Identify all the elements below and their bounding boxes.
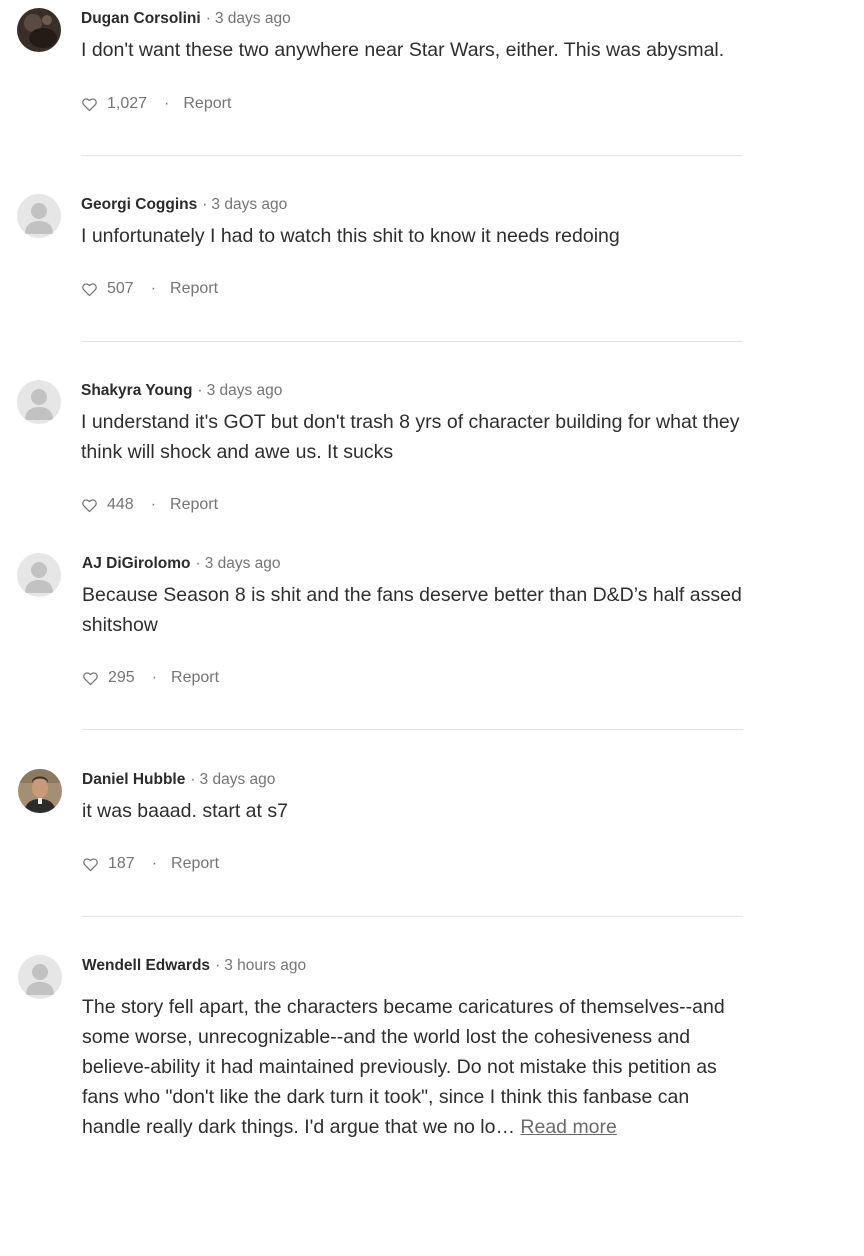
comment-meta: AJ DiGirolomo · 3 days ago <box>82 553 281 575</box>
comment-text: I understand it's GOT but don't trash 8 … <box>81 411 740 463</box>
separator-dot: · <box>164 95 170 112</box>
avatar-photo-icon <box>17 8 61 52</box>
comment-divider <box>82 916 743 917</box>
comment-meta: Wendell Edwards · 3 hours ago <box>82 955 306 977</box>
comment-meta: Daniel Hubble · 3 days ago <box>82 769 275 791</box>
comments-list: Dugan Corsolini · 3 days ago I don't want … <box>0 0 864 1256</box>
like-count: 1,027 <box>107 95 148 112</box>
author-name[interactable]: Daniel Hubble <box>82 771 185 788</box>
report-button[interactable]: Report <box>183 94 231 114</box>
author-name[interactable]: Shakyra Young <box>81 382 192 399</box>
comment-divider <box>82 729 743 730</box>
comment-text-body: The story fell apart, the characters bec… <box>82 996 725 1138</box>
comment-actions: 1,027 · Report <box>81 94 231 114</box>
heart-icon[interactable] <box>82 670 99 687</box>
comment-meta: Dugan Corsolini · 3 days ago <box>81 8 291 30</box>
like-count: 187 <box>108 855 135 872</box>
comment-text: The story fell apart, the characters bec… <box>82 992 742 1142</box>
timestamp[interactable]: 3 days ago <box>215 10 291 27</box>
author-name[interactable]: Wendell Edwards <box>82 957 210 974</box>
separator-dot: · <box>151 855 158 872</box>
separator-dot: · <box>150 280 157 297</box>
heart-icon[interactable] <box>81 281 98 298</box>
default-avatar-icon <box>17 380 61 424</box>
default-avatar-icon <box>17 194 61 238</box>
comment-divider <box>81 155 742 156</box>
default-avatar-icon <box>18 955 62 999</box>
timestamp[interactable]: 3 hours ago <box>224 957 306 974</box>
like-count: 507 <box>107 280 134 297</box>
comment-meta: Shakyra Young · 3 days ago <box>81 380 282 402</box>
report-button[interactable]: Report <box>171 854 219 874</box>
avatar[interactable] <box>17 194 61 238</box>
default-avatar-icon <box>17 553 61 597</box>
comment-text: I unfortunately I had to watch this shit… <box>81 225 620 247</box>
comment-text: it was baaad. start at s7 <box>82 800 288 822</box>
timestamp[interactable]: 3 days ago <box>211 196 287 213</box>
report-button[interactable]: Report <box>170 279 218 299</box>
separator-dot: · <box>205 10 211 27</box>
comment-divider <box>81 341 742 342</box>
author-name[interactable]: Georgi Coggins <box>81 196 197 213</box>
heart-icon[interactable] <box>81 497 98 514</box>
avatar[interactable] <box>17 553 61 597</box>
comment-actions: 295 · Report <box>82 668 219 688</box>
separator-dot: · <box>151 669 158 686</box>
separator-dot: · <box>202 196 208 213</box>
comment-text: I don't want these two anywhere near Sta… <box>81 39 725 61</box>
avatar-photo-icon <box>18 769 62 813</box>
timestamp[interactable]: 3 days ago <box>200 771 276 788</box>
separator-dot: · <box>215 957 221 974</box>
author-name[interactable]: Dugan Corsolini <box>81 10 201 27</box>
avatar[interactable] <box>18 769 62 813</box>
comment-actions: 187 · Report <box>82 854 219 874</box>
avatar[interactable] <box>17 8 61 52</box>
separator-dot: · <box>195 555 201 572</box>
avatar[interactable] <box>17 380 61 424</box>
separator-dot: · <box>190 771 196 788</box>
report-button[interactable]: Report <box>171 668 219 688</box>
comment-text: Because Season 8 is shit and the fans de… <box>82 584 742 636</box>
comment-meta: Georgi Coggins · 3 days ago <box>81 194 287 216</box>
timestamp[interactable]: 3 days ago <box>205 555 281 572</box>
report-button[interactable]: Report <box>170 495 218 515</box>
read-more-link[interactable]: Read more <box>520 1116 616 1138</box>
heart-icon[interactable] <box>82 856 99 873</box>
timestamp[interactable]: 3 days ago <box>207 382 283 399</box>
like-count: 295 <box>108 669 135 686</box>
separator-dot: · <box>197 382 203 399</box>
separator-dot: · <box>150 496 157 513</box>
comment-actions: 507 · Report <box>81 279 218 299</box>
like-count: 448 <box>107 496 134 513</box>
comment-actions: 448 · Report <box>81 495 218 515</box>
heart-icon[interactable] <box>81 96 98 113</box>
avatar[interactable] <box>18 955 62 999</box>
author-name[interactable]: AJ DiGirolomo <box>82 555 191 572</box>
